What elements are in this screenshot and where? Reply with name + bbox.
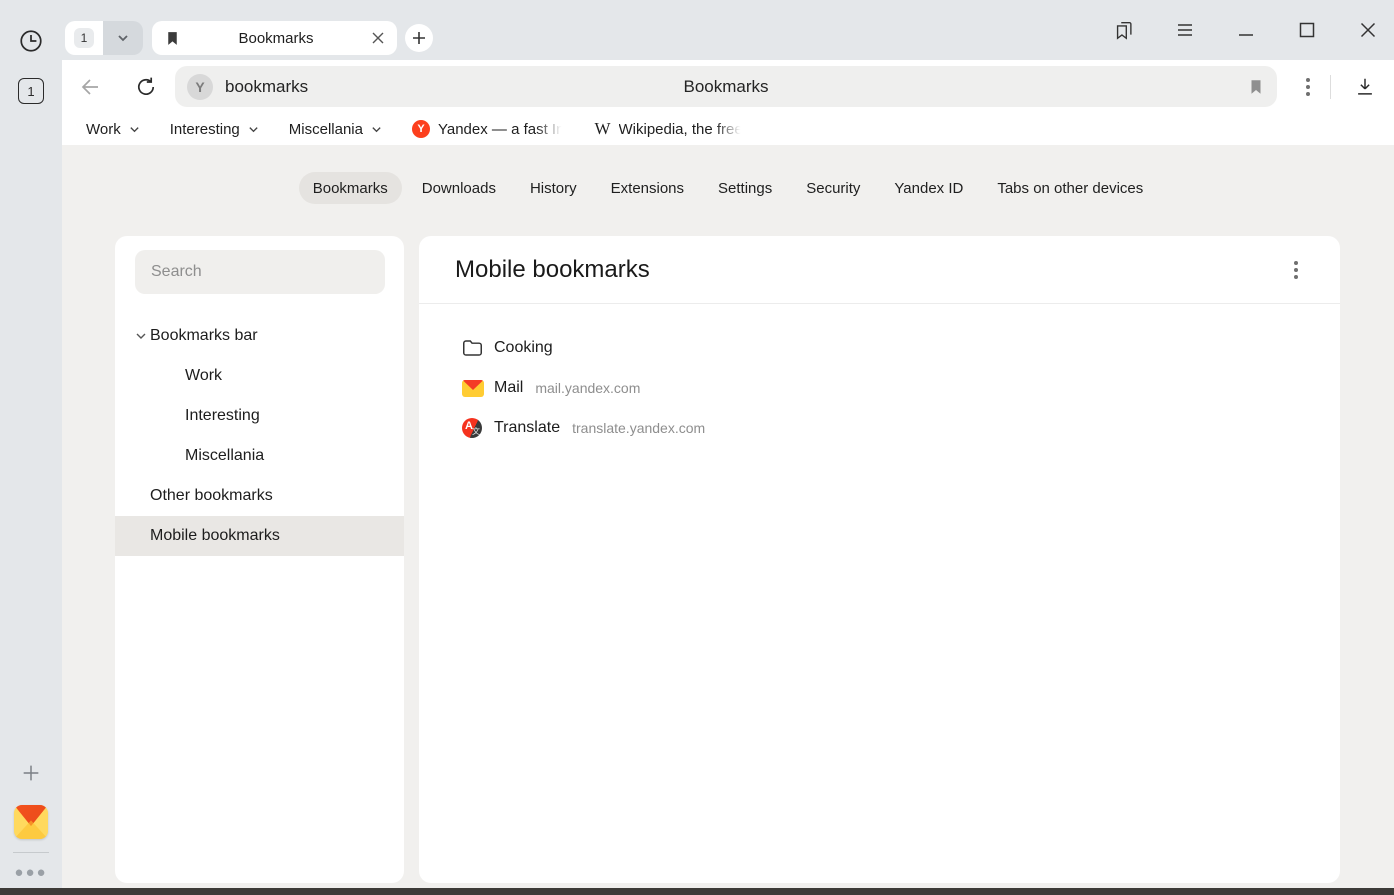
nav-tab-settings[interactable]: Settings <box>704 172 786 204</box>
menu-button[interactable] <box>1173 18 1197 42</box>
chevron-down-icon <box>371 124 382 135</box>
tab-count-badge: 1 <box>18 78 44 104</box>
toolbar-divider <box>1330 75 1331 99</box>
tab-strip: 1 Bookmarks <box>62 0 1394 60</box>
reload-button[interactable] <box>133 74 159 100</box>
bookmarks-bar-link-wikipedia[interactable]: W Wikipedia, the free <box>594 119 742 139</box>
bookmarks-main-panel: Mobile bookmarks Cooking Mail mail.yande… <box>419 236 1340 883</box>
window-controls <box>1112 0 1386 60</box>
bookmark-list: Cooking Mail mail.yandex.com A 文 Transla… <box>419 328 1340 448</box>
maximize-button[interactable] <box>1295 18 1319 42</box>
folder-menu-button[interactable] <box>1288 255 1304 285</box>
clock-icon <box>18 28 44 54</box>
page-title: Bookmarks <box>175 77 1277 97</box>
tree-item-mobile-bookmarks[interactable]: Mobile bookmarks <box>115 516 404 556</box>
downloads-button[interactable] <box>1352 74 1378 100</box>
yandex-translate-icon: A 文 <box>462 418 494 438</box>
settings-nav: Bookmarks Downloads History Extensions S… <box>62 172 1394 204</box>
bookmarks-bar: Work Interesting Miscellania Y Yandex — … <box>62 113 1394 145</box>
back-button[interactable] <box>77 74 103 100</box>
back-arrow-icon <box>78 75 102 99</box>
bookmarks-sidebar: Bookmarks bar Work Interesting Miscellan… <box>115 236 404 883</box>
bookmark-filled-icon[interactable] <box>1247 78 1265 96</box>
tab-close-icon[interactable] <box>371 31 385 45</box>
chevron-down-icon <box>135 330 149 342</box>
plus-icon <box>20 762 42 784</box>
reload-icon <box>134 75 158 99</box>
chevron-down-icon <box>248 124 259 135</box>
nav-tab-history[interactable]: History <box>516 172 591 204</box>
close-icon <box>1360 22 1376 38</box>
site-favicon-icon: Y <box>187 74 213 100</box>
tab-group-badge: 1 <box>74 28 94 48</box>
nav-tab-other-devices[interactable]: Tabs on other devices <box>983 172 1157 204</box>
tree-item-other-bookmarks[interactable]: Other bookmarks <box>115 476 404 516</box>
bookmarks-bar-folder-work[interactable]: Work <box>86 121 140 138</box>
tab-count-button[interactable]: 1 <box>0 78 62 104</box>
bookmarks-bar-folder-interesting[interactable]: Interesting <box>170 121 259 138</box>
folder-tree: Bookmarks bar Work Interesting Miscellan… <box>115 316 404 556</box>
tab-group-dropdown[interactable] <box>103 21 143 55</box>
nav-tab-security[interactable]: Security <box>792 172 874 204</box>
tree-item-miscellania[interactable]: Miscellania <box>115 436 404 476</box>
nav-tab-downloads[interactable]: Downloads <box>408 172 510 204</box>
hamburger-icon <box>1176 23 1194 37</box>
nav-tab-extensions[interactable]: Extensions <box>597 172 698 204</box>
chevron-down-icon <box>116 31 130 45</box>
tab-title: Bookmarks <box>181 30 371 47</box>
folder-icon <box>462 339 494 357</box>
plus-icon <box>411 30 427 46</box>
active-tab[interactable]: Bookmarks <box>152 21 397 55</box>
list-item-mail[interactable]: Mail mail.yandex.com <box>419 368 1340 408</box>
bookmark-icon <box>164 30 181 47</box>
url-text: bookmarks <box>225 77 308 97</box>
tree-item-bookmarks-bar[interactable]: Bookmarks bar <box>115 316 404 356</box>
tree-item-work[interactable]: Work <box>115 356 404 396</box>
chevron-down-icon <box>129 124 140 135</box>
tree-item-interesting[interactable]: Interesting <box>115 396 404 436</box>
extensions-kebab-button[interactable] <box>1292 74 1316 100</box>
nav-tab-bookmarks[interactable]: Bookmarks <box>299 172 402 204</box>
nav-tab-yandex-id[interactable]: Yandex ID <box>880 172 977 204</box>
close-button[interactable] <box>1356 18 1380 42</box>
folder-title: Mobile bookmarks <box>455 256 650 284</box>
yandex-favicon-icon: Y <box>412 120 430 138</box>
address-bar[interactable]: Y bookmarks Bookmarks <box>175 66 1277 107</box>
yandex-mail-icon <box>462 380 494 397</box>
history-clock-button[interactable] <box>0 26 62 56</box>
toolbar: Y bookmarks Bookmarks <box>62 60 1394 113</box>
bookmarks-panel-icon <box>1113 19 1135 41</box>
wikipedia-favicon-icon: W <box>594 119 610 139</box>
rail-more-button[interactable]: ●●● <box>0 862 62 882</box>
add-panel-button[interactable] <box>0 760 62 786</box>
list-item-translate[interactable]: A 文 Translate translate.yandex.com <box>419 408 1340 448</box>
new-tab-button[interactable] <box>405 24 433 52</box>
header-divider <box>419 303 1340 304</box>
tab-group-badge-segment[interactable]: 1 <box>65 21 103 55</box>
bookmarks-bar-link-yandex[interactable]: Y Yandex — a fast In <box>412 120 564 138</box>
search-input[interactable] <box>135 250 385 294</box>
maximize-icon <box>1299 22 1315 38</box>
ellipsis-icon: ●●● <box>14 864 47 881</box>
main-header: Mobile bookmarks <box>419 236 1340 303</box>
kebab-icon <box>1300 72 1316 102</box>
minimize-button[interactable] <box>1234 18 1258 42</box>
rail-divider <box>13 852 49 853</box>
download-icon <box>1354 76 1376 98</box>
list-item-cooking[interactable]: Cooking <box>419 328 1340 368</box>
bookmarks-bar-folder-miscellania[interactable]: Miscellania <box>289 121 382 138</box>
screen-edge-strip <box>0 888 1394 895</box>
tab-group-control[interactable]: 1 <box>65 21 143 55</box>
yandex-mail-app-icon <box>14 805 48 839</box>
side-panel-button[interactable] <box>1112 18 1136 42</box>
yandex-mail-app-button[interactable] <box>0 805 62 839</box>
minimize-icon <box>1238 22 1254 38</box>
left-rail: 1 ●●● <box>0 0 62 888</box>
